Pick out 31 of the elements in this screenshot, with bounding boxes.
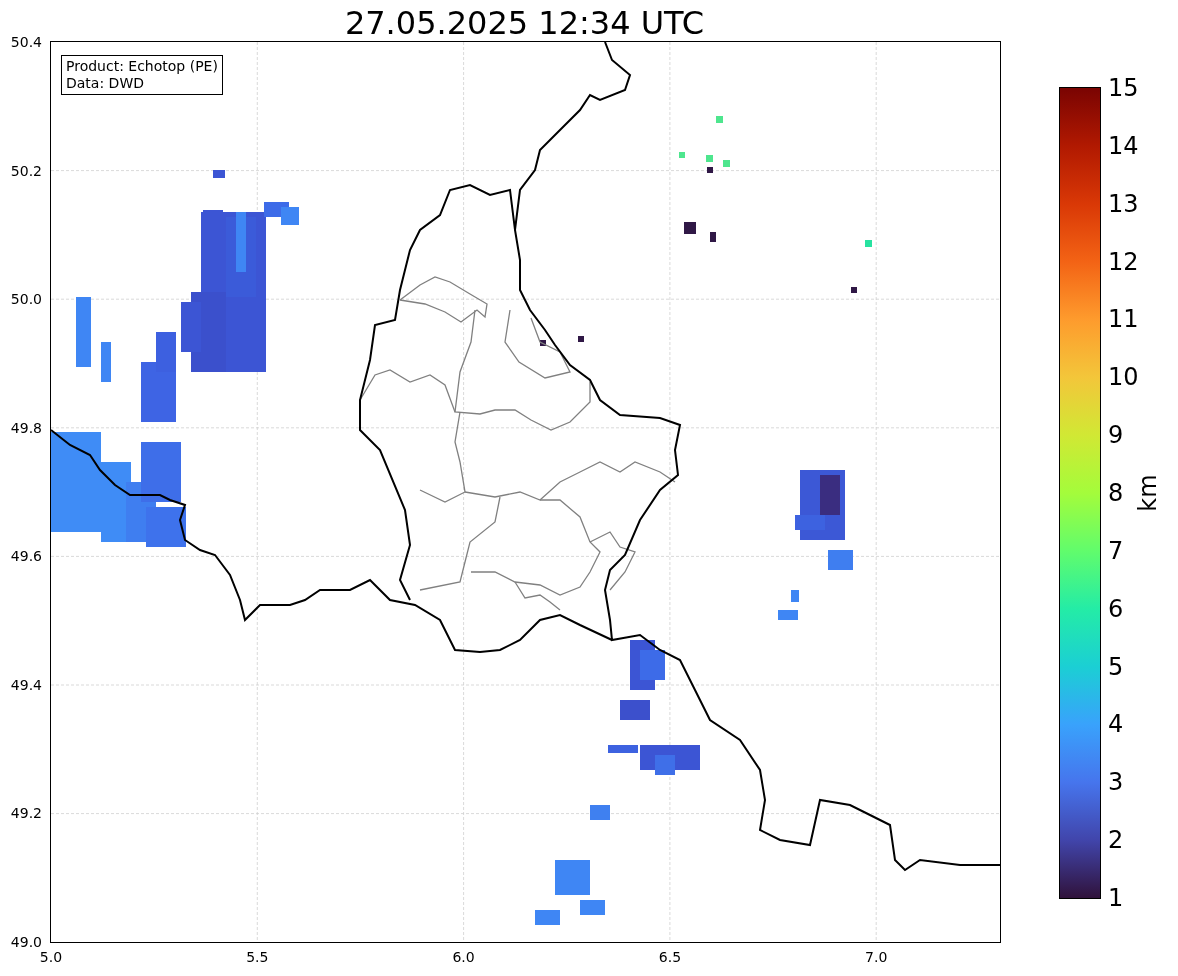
- colorbar-label: km: [1134, 474, 1162, 512]
- y-tick-label: 49.4: [10, 676, 42, 693]
- y-tick-label: 49.2: [10, 805, 42, 822]
- y-tick-label: 49.6: [10, 548, 42, 565]
- info-text: Product: Echotop (PE): [66, 58, 218, 75]
- y-tick-label: 50.2: [10, 162, 42, 179]
- colorbar-tick-label: 15: [1108, 74, 1139, 102]
- colorbar-tick-label: 12: [1108, 247, 1139, 276]
- y-tick-label: 49.8: [10, 419, 42, 436]
- x-tick-label: 5.0: [39, 949, 63, 965]
- x-tick-label: 7.0: [865, 949, 888, 965]
- y-tick-label: 50.4: [10, 34, 42, 50]
- x-tick-label: 6.5: [658, 949, 682, 965]
- y-tick-label: 50.0: [10, 291, 42, 308]
- x-tick-label: 6.0: [452, 949, 475, 965]
- colorbar-tick-label: 11: [1108, 305, 1139, 334]
- colorbar-tick-label: 1: [1108, 884, 1124, 912]
- colorbar-tick-label: 5: [1108, 652, 1124, 681]
- colorbar-tick-label: 13: [1108, 189, 1139, 218]
- colorbar-tick-label: 3: [1108, 768, 1124, 797]
- x-tick-label: 5.5: [246, 949, 269, 965]
- y-tick-label: 49.0: [10, 934, 42, 950]
- colorbar-tick-label: 4: [1108, 710, 1124, 739]
- colorbar-tick-label: 10: [1108, 363, 1139, 392]
- colorbar-tick-label: 9: [1108, 421, 1124, 450]
- info-text: Data: DWD: [66, 75, 145, 92]
- colorbar-tick-label: 8: [1108, 479, 1124, 507]
- colorbar-tick-label: 7: [1108, 536, 1124, 565]
- colorbar-tick-label: 14: [1108, 131, 1139, 160]
- colorbar-tick-label: 2: [1108, 826, 1124, 855]
- colorbar-tick-label: 6: [1108, 594, 1124, 623]
